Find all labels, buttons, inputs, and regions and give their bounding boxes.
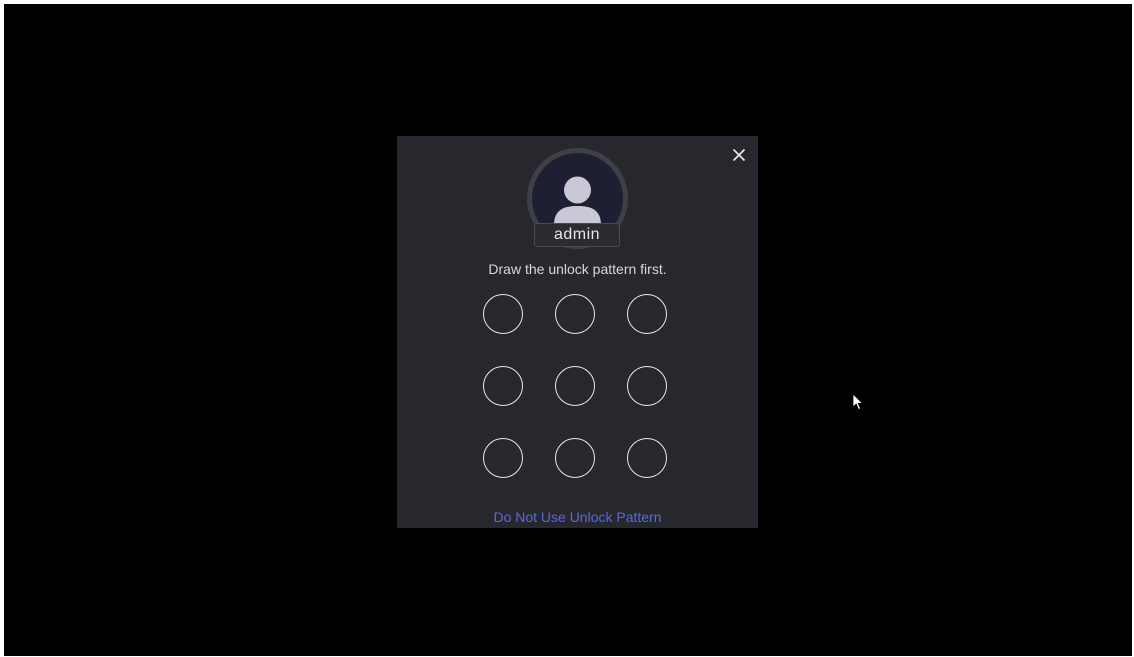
do-not-use-pattern-link[interactable]: Do Not Use Unlock Pattern [397, 508, 758, 526]
close-button[interactable] [730, 146, 748, 164]
screen-background: admin Draw the unlock pattern first. Do … [4, 4, 1132, 656]
unlock-prompt-text: Draw the unlock pattern first. [488, 261, 667, 277]
pattern-dot-2[interactable] [555, 294, 595, 334]
pattern-dot-7[interactable] [483, 438, 523, 478]
pattern-dot-8[interactable] [555, 438, 595, 478]
pattern-dot-3[interactable] [627, 294, 667, 334]
unlock-pattern-dialog: admin Draw the unlock pattern first. Do … [397, 136, 758, 528]
pattern-dot-1[interactable] [483, 294, 523, 334]
username-label: admin [534, 223, 620, 247]
pattern-dot-5[interactable] [555, 366, 595, 406]
close-icon [732, 148, 746, 162]
mouse-pointer-icon [852, 393, 864, 411]
pattern-grid[interactable] [483, 294, 673, 484]
pattern-dot-9[interactable] [627, 438, 667, 478]
pattern-dot-4[interactable] [483, 366, 523, 406]
pattern-dot-6[interactable] [627, 366, 667, 406]
